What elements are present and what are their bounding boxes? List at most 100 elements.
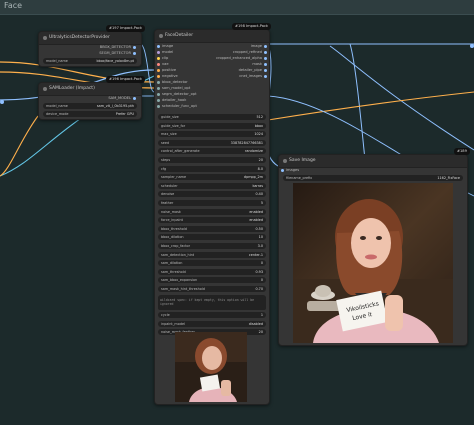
- wire-right-2: [349, 43, 366, 161]
- cfg-widget[interactable]: cfg 8.0: [158, 165, 266, 172]
- output-pin[interactable]: [264, 56, 267, 60]
- steps-widget[interactable]: steps 20: [158, 157, 266, 163]
- output-pin[interactable]: [264, 62, 267, 66]
- output-label: BBOX_DETECTOR: [99, 45, 131, 49]
- widget-value: 3.0: [257, 244, 263, 248]
- filename-prefix-widget[interactable]: filename_prefix 1162_FixFace: [283, 175, 463, 181]
- widget-value: 20: [258, 330, 263, 335]
- cycle-widget[interactable]: cycle 1: [158, 312, 266, 318]
- sam-model-name-widget[interactable]: model_name sam_vit_l_0b3195.pth: [43, 103, 137, 109]
- sam-bbox-expansion-widget[interactable]: sam_bbox_expansion 0: [158, 277, 266, 284]
- offscreen-link-handle[interactable]: [0, 100, 4, 104]
- collapse-dot[interactable]: [283, 159, 287, 163]
- sam-dilation-widget[interactable]: sam_dilation 0: [158, 260, 266, 267]
- widget-label: bbox_threshold: [161, 226, 187, 231]
- collapse-dot[interactable]: [159, 34, 163, 38]
- ultralytics-detector-node[interactable]: UltralyticsDetectorProvider BBOX_DETECTO…: [38, 31, 142, 67]
- wildcard-textarea[interactable]: wildcard spec: if kept empty, this optio…: [158, 296, 266, 310]
- sam-mask-hint-threshold-widget[interactable]: sam_mask_hint_threshold 0.70: [158, 286, 266, 292]
- output-detailer-pipe[interactable]: detailer_pipe: [239, 68, 269, 73]
- input-positive[interactable]: positive: [155, 68, 176, 73]
- input-images[interactable]: images: [279, 168, 299, 173]
- output-segm-detector[interactable]: SEGM_DETECTOR: [99, 51, 138, 56]
- output-pin[interactable]: [264, 74, 267, 78]
- widget-value: 512: [256, 115, 263, 119]
- sampler-name-widget[interactable]: sampler_name dpmpp_2m: [158, 174, 266, 181]
- output-pin[interactable]: [133, 96, 136, 100]
- noise-mask-widget[interactable]: noise_mask enabled: [158, 208, 266, 215]
- input-image[interactable]: image: [155, 44, 173, 49]
- guide-size-widget[interactable]: guide_size 512: [158, 114, 266, 120]
- sam-detection-hint-widget[interactable]: sam_detection_hint center-1: [158, 251, 266, 258]
- input-pin[interactable]: [157, 80, 160, 84]
- save-image-node[interactable]: Save Image images filename_prefix 1162_Fi…: [278, 154, 468, 346]
- node-title-bar[interactable]: FaceDetailer: [155, 30, 269, 43]
- node-title-bar[interactable]: UltralyticsDetectorProvider: [39, 32, 141, 45]
- output-pin[interactable]: [264, 50, 267, 54]
- output-bbox-detector[interactable]: BBOX_DETECTOR: [100, 45, 138, 50]
- input-bbox-detector[interactable]: bbox_detector: [155, 80, 188, 85]
- output-cropped-enhanced-alpha[interactable]: cropped_enhanced_alpha: [216, 56, 269, 61]
- widget-value: sam_vit_l_0b3195.pth: [96, 104, 134, 108]
- input-segm-detector-opt[interactable]: segm_detector_opt: [155, 92, 197, 97]
- input-model[interactable]: model: [155, 50, 173, 55]
- output-pin[interactable]: [264, 68, 267, 72]
- output-image[interactable]: image: [251, 44, 269, 49]
- input-clip[interactable]: clip: [155, 56, 168, 61]
- node-canvas[interactable]: Face UltralyticsDetectorProvider BBOX_DE…: [0, 0, 474, 425]
- inpaint-model-widget[interactable]: inpaint_model disabled: [158, 320, 266, 327]
- collapse-dot[interactable]: [43, 36, 47, 40]
- max-size-widget[interactable]: max_size 1024: [158, 131, 266, 138]
- input-pin[interactable]: [157, 68, 160, 72]
- widget-value: Prefer GPU: [115, 112, 134, 116]
- scheduler-widget[interactable]: scheduler karras: [158, 182, 266, 189]
- denoise-widget[interactable]: denoise 0.40: [158, 191, 266, 198]
- input-pin[interactable]: [157, 104, 160, 108]
- preview-photo: [175, 332, 247, 402]
- samloader-node[interactable]: SAMLoader (Impact) SAM_MODEL model_name s…: [38, 82, 142, 120]
- output-label: cropped_enhanced_alpha: [216, 56, 262, 60]
- node-title-bar[interactable]: SAMLoader (Impact): [39, 83, 141, 96]
- input-pin[interactable]: [157, 62, 160, 66]
- output-pin[interactable]: [133, 45, 136, 49]
- collapse-dot[interactable]: [43, 87, 47, 91]
- offscreen-link-handle[interactable]: [470, 44, 474, 48]
- input-pin[interactable]: [281, 168, 284, 172]
- control-after-generate-widget[interactable]: control_after_generate randomize: [158, 148, 266, 155]
- force-inpaint-widget[interactable]: force_inpaint enabled: [158, 217, 266, 224]
- input-detailer-hook[interactable]: detailer_hook: [155, 98, 186, 103]
- input-pin[interactable]: [157, 92, 160, 96]
- input-pin[interactable]: [157, 86, 160, 90]
- output-pin[interactable]: [133, 51, 136, 55]
- input-scheduler-func-opt[interactable]: scheduler_func_opt: [155, 104, 197, 109]
- input-sam-model-opt[interactable]: sam_model_opt: [155, 86, 190, 91]
- seed-widget[interactable]: seed 338782847766381: [158, 139, 266, 146]
- input-negative[interactable]: negative: [155, 74, 178, 79]
- input-pin[interactable]: [157, 56, 160, 60]
- feather-widget[interactable]: feather 5: [158, 200, 266, 206]
- bbox-threshold-widget[interactable]: bbox_threshold 0.50: [158, 225, 266, 232]
- model-name-widget[interactable]: model_name bbox/face_yolov8m.pt: [43, 58, 137, 64]
- output-pin[interactable]: [264, 44, 267, 48]
- widget-value: karras: [252, 183, 263, 188]
- widget-value: 20: [258, 158, 263, 162]
- output-mask[interactable]: mask: [252, 62, 269, 67]
- input-vae[interactable]: vae: [155, 62, 169, 67]
- output-cnet-images[interactable]: cnet_images: [239, 74, 269, 79]
- bbox-dilation-widget[interactable]: bbox_dilation 10: [158, 234, 266, 241]
- input-pin[interactable]: [157, 50, 160, 54]
- facedetailer-node[interactable]: FaceDetailer image model clip vae positive ne…: [154, 29, 270, 405]
- input-pin[interactable]: [157, 44, 160, 48]
- widget-value: 338782847766381: [230, 140, 263, 145]
- ultralytics-badge: #197 Impact-Pack: [106, 25, 146, 32]
- output-sam-model[interactable]: SAM_MODEL: [108, 96, 138, 101]
- device-mode-widget[interactable]: device_mode Prefer GPU: [43, 111, 137, 117]
- widget-label: model_name: [46, 59, 68, 63]
- output-cropped-refined[interactable]: cropped_refined: [233, 50, 269, 55]
- node-title-bar[interactable]: Save Image: [279, 155, 467, 168]
- input-pin[interactable]: [157, 74, 160, 78]
- input-pin[interactable]: [157, 98, 160, 102]
- sam-threshold-widget[interactable]: sam_threshold 0.93: [158, 268, 266, 275]
- bbox-crop-factor-widget[interactable]: bbox_crop_factor 3.0: [158, 243, 266, 249]
- guide-size-for-widget[interactable]: guide_size_for bbox: [158, 122, 266, 129]
